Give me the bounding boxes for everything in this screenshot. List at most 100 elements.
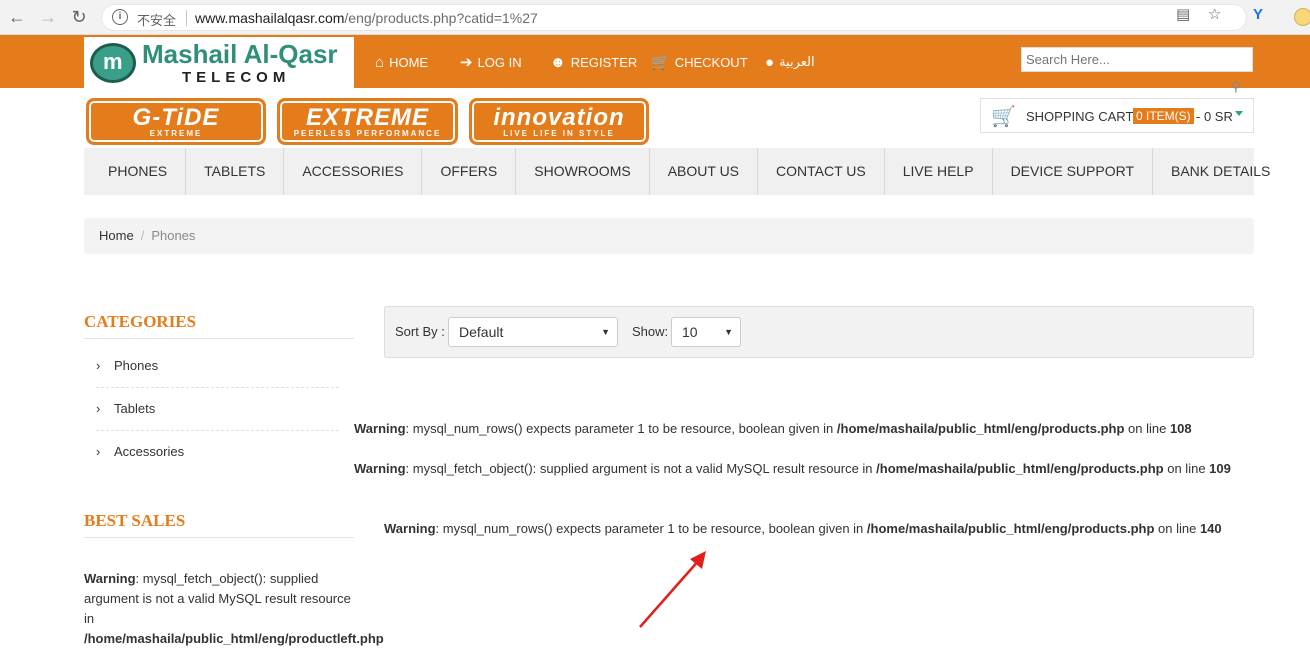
category-label: Accessories [114,444,185,459]
warning-message: Warning: mysql_fetch_object(): supplied … [354,459,1254,479]
breadcrumb-separator: / [140,228,145,243]
search-input[interactable] [1022,48,1252,71]
nav-login[interactable]: ➔ LOG IN [460,52,522,72]
user-icon: ☻ [550,53,566,71]
menu-phones[interactable]: PHONES [84,148,187,195]
menu-live-help[interactable]: LIVE HELP [885,148,993,195]
nav-arabic[interactable]: ● العربية [765,52,815,72]
info-icon[interactable]: i [112,9,128,25]
sort-select-value: Default [459,324,504,340]
speaker-icon: ● [765,53,775,71]
warning-line-number: 108 [1169,421,1192,436]
warning-text: : mysql_num_rows() expects parameter 1 t… [405,421,837,436]
warning-path: /home/mashaila/public_html/eng/productle… [84,631,384,646]
profile-avatar[interactable] [1294,8,1310,26]
reload-icon[interactable]: ↻ [68,6,90,28]
logo-name: Mashail Al-Qasr [142,39,338,69]
login-icon: ➔ [460,54,473,71]
url-path: /eng/products.php?catid=1%27 [344,10,538,26]
brand-innovation[interactable]: innovation LIVE LIFE IN STYLE [469,98,649,145]
menu-offers[interactable]: OFFERS [422,148,517,195]
warning-label: Warning [354,461,406,476]
search-box[interactable] [1021,47,1253,72]
warning-on-line: on line [1124,421,1170,436]
warning-path: /home/mashaila/public_html/eng/products.… [866,521,1155,536]
nav-checkout-label: CHECKOUT [674,54,748,70]
warning-line-number: 140 [1199,521,1222,536]
annotation-arrow-icon [639,551,706,628]
shopping-cart[interactable]: 🛒 SHOPPING CART 0 ITEM(S) - 0 SR [980,98,1254,133]
warning-on-line: on line [1154,521,1200,536]
brand-gtide-title: G-TiDE [132,104,220,131]
categories-title: CATEGORIES [84,312,197,331]
caret-down-icon [1235,111,1243,116]
back-icon[interactable]: ← [6,6,28,28]
menu-contact-us[interactable]: CONTACT US [758,148,885,195]
dropdown-arrow-icon: ▼ [724,327,733,337]
categories-divider [84,338,354,339]
cart-icon: 🛒 [651,54,670,71]
translate-icon[interactable]: ▤ [1176,5,1190,23]
sidebar-warning: Warning: mysql_fetch_object(): supplied … [84,569,384,649]
warning-text: : mysql_num_rows() expects parameter 1 t… [435,521,867,536]
menu-tablets[interactable]: TABLETS [186,148,285,195]
brand-extreme[interactable]: EXTREME PEERLESS PERFORMANCE [277,98,458,145]
warning-line-number: 109 [1209,461,1231,476]
nav-home[interactable]: ⌂ HOME [375,52,428,72]
warning-on-line: on line [1163,461,1210,476]
warning-label: Warning [84,571,136,586]
brand-innovation-subtitle: LIVE LIFE IN STYLE [503,129,615,138]
menu-about-us[interactable]: ABOUT US [650,148,759,195]
site-logo[interactable]: Mashail Al-Qasr TELECOM [84,37,354,88]
address-bar[interactable]: i 不安全 www.mashailalqasr.com/eng/products… [101,4,1247,31]
bookmark-star-icon[interactable]: ☆ [1208,5,1221,23]
browser-toolbar: ← → ↻ i 不安全 www.mashailalqasr.com/eng/pr… [0,0,1310,35]
breadcrumb-home[interactable]: Home [99,228,134,243]
home-icon: ⌂ [375,53,385,71]
warning-text: : mysql_fetch_object(): supplied argumen… [405,461,877,476]
category-label: Phones [114,358,159,373]
chevron-right-icon: › [96,358,101,373]
warning-label: Warning [354,421,406,436]
warning-label: Warning [384,521,436,536]
shopping-cart-icon: 🛒 [991,106,1016,128]
brand-extreme-title: EXTREME [305,104,429,131]
nav-home-label: HOME [389,54,429,70]
divider [186,10,187,26]
best-sales-divider [84,537,354,538]
brand-gtide[interactable]: G-TiDE EXTREME [86,98,266,145]
dropdown-arrow-icon: ▼ [601,327,610,337]
best-sales-title: BEST SALES [84,511,186,530]
url-host: www.mashailalqasr.com [195,10,345,26]
warning-message: Warning: mysql_num_rows() expects parame… [354,419,1254,439]
warning-message: Warning: mysql_num_rows() expects parame… [384,519,1254,539]
category-tablets[interactable]: › Tablets [96,401,155,416]
menu-device-support[interactable]: DEVICE SUPPORT [993,148,1153,195]
chevron-right-icon: › [96,401,101,416]
forward-icon[interactable]: → [37,6,59,28]
sort-by-label: Sort By : [395,324,445,339]
breadcrumb: Home / Phones [84,218,1254,254]
logo-subtitle: TELECOM [182,69,291,86]
cart-label: SHOPPING CART [1026,109,1134,124]
category-accessories[interactable]: › Accessories [96,444,184,459]
menu-bank-details[interactable]: BANK DETAILS [1153,148,1288,195]
show-select-value: 10 [682,324,698,340]
show-select[interactable]: 10 ▼ [671,317,741,347]
sort-select[interactable]: Default ▼ [448,317,618,347]
category-label: Tablets [114,401,156,416]
nav-arabic-label: العربية [779,54,815,69]
chevron-right-icon: › [96,444,101,459]
nav-login-label: LOG IN [477,54,522,70]
nav-checkout[interactable]: 🛒 CHECKOUT [651,52,748,72]
nav-register[interactable]: ☻ REGISTER [550,52,637,72]
menu-showrooms[interactable]: SHOWROOMS [516,148,650,195]
url-text[interactable]: www.mashailalqasr.com/eng/products.php?c… [195,10,538,26]
extension-icon[interactable]: Y [1253,6,1263,23]
search-icon[interactable]: ⚲ [1231,79,1241,95]
warning-path: /home/mashaila/public_html/eng/products.… [876,461,1164,476]
cart-amount: - 0 SR [1196,109,1233,124]
category-phones[interactable]: › Phones [96,358,158,373]
menu-accessories[interactable]: ACCESSORIES [284,148,423,195]
cart-items-badge: 0 ITEM(S) [1133,108,1194,124]
